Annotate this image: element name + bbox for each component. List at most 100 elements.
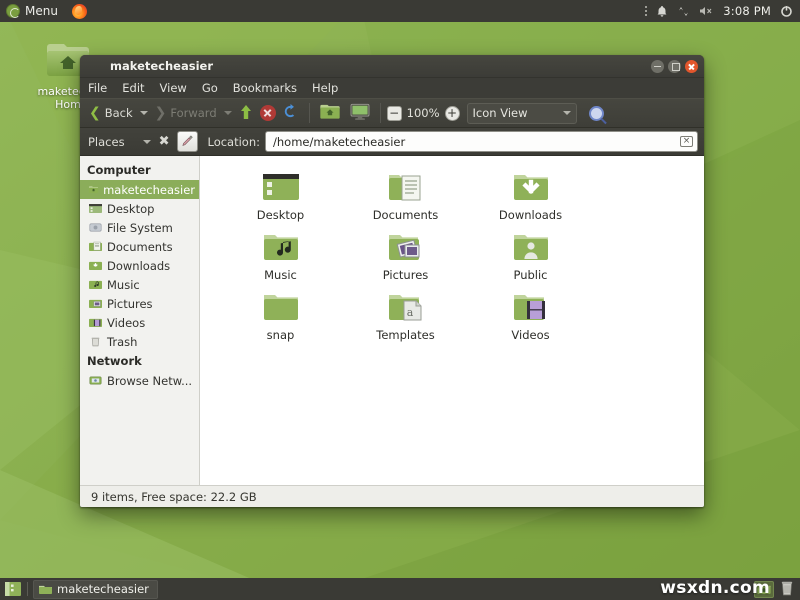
chevron-down-icon-places <box>143 140 151 144</box>
file-item[interactable]: Pictures <box>343 230 468 290</box>
sidebar-item-videos[interactable]: Videos <box>80 313 199 332</box>
location-bar: Places ✖ Location: /home/maketecheasier … <box>80 128 704 156</box>
close-button[interactable] <box>685 60 698 73</box>
sidebar-item-music[interactable]: Music <box>80 275 199 294</box>
show-desktop-icon[interactable] <box>4 581 22 597</box>
stop-icon[interactable] <box>260 105 276 121</box>
firefox-icon[interactable] <box>72 4 87 19</box>
sidebar-item-browse-network[interactable]: Browse Netw... <box>80 371 199 390</box>
home-folder-icon[interactable] <box>316 103 344 123</box>
bell-icon[interactable] <box>656 5 668 18</box>
forward-history-caret-icon[interactable] <box>224 111 232 115</box>
sidebar-label: Pictures <box>107 297 153 311</box>
file-name: Music <box>264 268 297 282</box>
file-item[interactable]: a Templates <box>343 290 468 350</box>
arrow-up-icon[interactable] <box>234 104 258 123</box>
reload-icon[interactable] <box>278 104 303 122</box>
window-title: maketecheasier <box>110 59 213 73</box>
overflow-dots-icon[interactable] <box>645 6 647 16</box>
file-item[interactable]: snap <box>218 290 343 350</box>
clear-text-icon[interactable]: × <box>680 136 693 147</box>
file-name: Public <box>513 268 547 282</box>
places-select[interactable]: Places <box>86 135 151 149</box>
file-view-pane[interactable]: Desktop Documents <box>200 156 704 485</box>
toolbar-separator <box>309 103 310 123</box>
documents-folder-icon <box>89 241 102 252</box>
folder-icon <box>39 584 52 595</box>
chevron-left-icon: ❮ <box>89 106 101 120</box>
main-toolbar: ❮ Back ❯ Forward <box>80 98 704 128</box>
file-item[interactable]: Public <box>468 230 593 290</box>
close-sidebar-button[interactable]: ✖ <box>156 134 173 149</box>
sidebar-label: Browse Netw... <box>107 374 192 388</box>
file-name: Templates <box>376 328 434 342</box>
window-body: Computer maketecheasier Desktop File Sys… <box>80 156 704 485</box>
back-label: Back <box>105 106 133 120</box>
sidebar-item-downloads[interactable]: Downloads <box>80 256 199 275</box>
file-name: Downloads <box>499 208 562 222</box>
sidebar-item-trash[interactable]: Trash <box>80 332 199 351</box>
location-input[interactable]: /home/maketecheasier × <box>265 131 698 152</box>
view-mode-label: Icon View <box>473 106 528 120</box>
sidebar-label: File System <box>107 221 173 235</box>
minimize-button[interactable] <box>651 60 664 73</box>
videos-folder-icon <box>511 290 551 326</box>
home-folder-icon <box>89 184 98 195</box>
speaker-muted-icon[interactable] <box>699 5 714 17</box>
watermark: wsxdn.com <box>660 578 770 598</box>
menu-button[interactable]: Menu <box>0 0 66 22</box>
places-label: Places <box>88 135 125 149</box>
pencil-icon[interactable] <box>177 131 198 152</box>
file-name: Documents <box>373 208 439 222</box>
sidebar-label: Desktop <box>107 202 154 216</box>
sidebar-item-maketecheasier[interactable]: maketecheasier <box>80 180 199 199</box>
back-button[interactable]: ❮ Back <box>84 101 138 125</box>
sidebar-item-documents[interactable]: Documents <box>80 237 199 256</box>
plain-folder-icon <box>261 290 301 326</box>
zoom-out-button[interactable]: − <box>387 106 402 121</box>
network-updown-icon[interactable] <box>677 5 690 18</box>
network-browse-icon <box>89 375 102 386</box>
view-mode-select[interactable]: Icon View <box>467 103 577 124</box>
menu-view[interactable]: View <box>158 80 189 96</box>
menu-help[interactable]: Help <box>310 80 340 96</box>
computer-icon[interactable] <box>346 103 374 124</box>
taskbar-window-button[interactable]: maketecheasier <box>33 580 158 599</box>
forward-button[interactable]: ❯ Forward <box>150 101 222 125</box>
file-item[interactable]: Downloads <box>468 170 593 230</box>
menu-file[interactable]: File <box>86 80 109 96</box>
file-manager-window: maketecheasier File Edit View Go Bookmar… <box>80 55 704 507</box>
zoom-in-button[interactable]: + <box>445 106 460 121</box>
file-name: Pictures <box>383 268 429 282</box>
power-gear-icon[interactable] <box>780 5 793 18</box>
sidebar-item-desktop[interactable]: Desktop <box>80 199 199 218</box>
back-history-caret-icon[interactable] <box>140 111 148 115</box>
search-icon[interactable] <box>589 106 604 121</box>
menu-bar: File Edit View Go Bookmarks Help <box>80 78 704 98</box>
status-bar: 9 items, Free space: 22.2 GB <box>80 485 704 507</box>
system-tray: 3:08 PM <box>645 4 800 18</box>
menu-bookmarks[interactable]: Bookmarks <box>231 80 299 96</box>
file-item[interactable]: Music <box>218 230 343 290</box>
pictures-folder-icon <box>89 298 102 309</box>
sidebar-label: Videos <box>107 316 145 330</box>
maximize-button[interactable] <box>668 60 681 73</box>
desktop-screen: Menu 3:08 PM ma <box>0 0 800 600</box>
music-folder-icon <box>89 279 102 290</box>
desktop-icon <box>89 203 102 214</box>
file-item[interactable]: Videos <box>468 290 593 350</box>
trash-icon[interactable] <box>780 580 794 599</box>
menu-button-label: Menu <box>25 4 58 18</box>
zoom-level-label: 100% <box>404 106 443 120</box>
clock[interactable]: 3:08 PM <box>723 4 771 18</box>
menu-edit[interactable]: Edit <box>120 80 146 96</box>
pictures-folder-icon <box>386 230 426 266</box>
file-item[interactable]: Documents <box>343 170 468 230</box>
sidebar-item-pictures[interactable]: Pictures <box>80 294 199 313</box>
window-titlebar[interactable]: maketecheasier <box>80 55 704 78</box>
menu-go[interactable]: Go <box>200 80 220 96</box>
window-controls <box>651 60 698 73</box>
file-item[interactable]: Desktop <box>218 170 343 230</box>
location-value: /home/maketecheasier <box>273 135 680 149</box>
sidebar-item-file-system[interactable]: File System <box>80 218 199 237</box>
